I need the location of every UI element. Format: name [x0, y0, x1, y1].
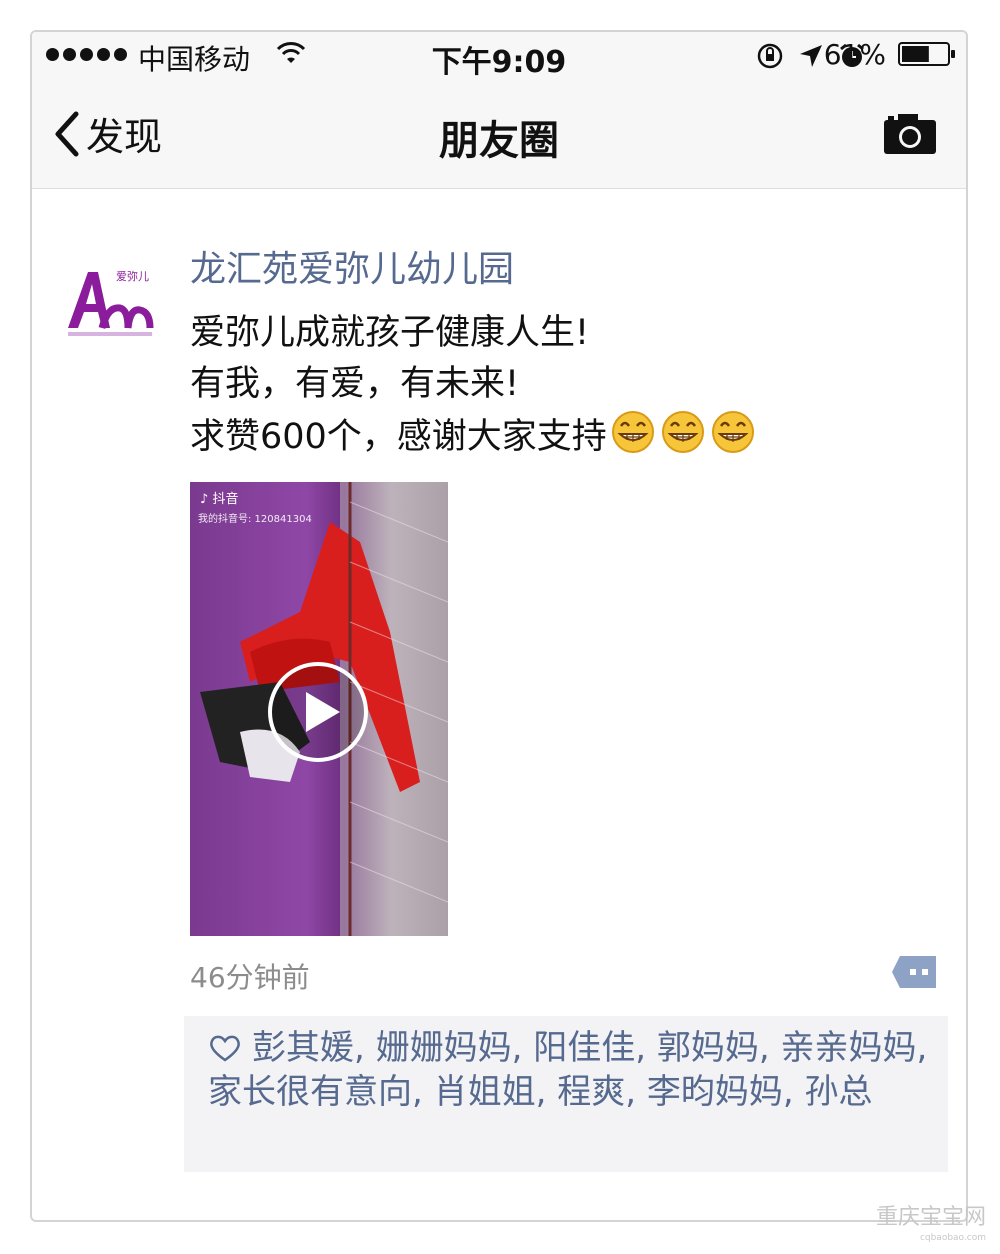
heart-icon [210, 1035, 240, 1062]
camera-icon[interactable] [882, 112, 938, 156]
video-thumbnail[interactable]: ♪ 抖音 我的抖音号: 120841304 [190, 482, 448, 936]
battery-percentage: 61% [823, 38, 886, 71]
kindergarten-logo: 爱弥儿 [68, 269, 154, 336]
post-line: 爱弥儿成就孩子健康人生! [190, 313, 590, 353]
post-author[interactable]: 龙汇苑爱弥儿幼儿园 [190, 240, 514, 292]
battery-icon [898, 42, 955, 66]
avatar[interactable]: 爱弥儿 [62, 248, 158, 344]
post-content: 爱弥儿成就孩子健康人生! 有我，有爱，有未来! 求赞600个，感谢大家支持 [190, 308, 930, 463]
location-arrow-icon [800, 45, 822, 67]
post-line: 求赞600个，感谢大家支持 [190, 417, 607, 457]
grinning-face-icon [611, 411, 654, 453]
likes-panel: 彭其媛, 姗姗妈妈, 阳佳佳, 郭妈妈, 亲亲妈妈, 家长很有意向, 肖姐姐, … [184, 1016, 948, 1172]
status-bar: 中国移动 下午9:09 61% [32, 32, 966, 80]
likes-names[interactable]: 彭其媛, 姗姗妈妈, 阳佳佳, 郭妈妈, 亲亲妈妈, 家长很有意向, 肖姐姐, … [208, 1028, 927, 1112]
navigation-bar: 发现 朋友圈 [32, 78, 966, 189]
grinning-face-icon [661, 411, 704, 453]
play-icon[interactable] [266, 660, 370, 764]
comment-icon[interactable] [890, 954, 938, 990]
post-timestamp: 46分钟前 [190, 961, 310, 994]
video-app-label: ♪ 抖音 [200, 492, 239, 507]
watermark: 重庆宝宝网 cqbaobao.com [875, 1205, 986, 1244]
avatar-text: 爱弥儿 [116, 269, 149, 283]
phone-frame: 中国移动 下午9:09 61% 发现 朋友圈 爱弥儿 龙汇苑爱弥儿幼儿园 爱弥儿… [30, 30, 968, 1222]
grinning-face-icon [711, 411, 754, 453]
page-title: 朋友圈 [439, 118, 559, 164]
rotation-lock-icon [757, 43, 783, 69]
post-line-with-emoji: 求赞600个，感谢大家支持 [190, 410, 930, 463]
video-account-id: 我的抖音号: 120841304 [198, 514, 312, 525]
post-line: 有我，有爱，有未来! [190, 364, 520, 404]
